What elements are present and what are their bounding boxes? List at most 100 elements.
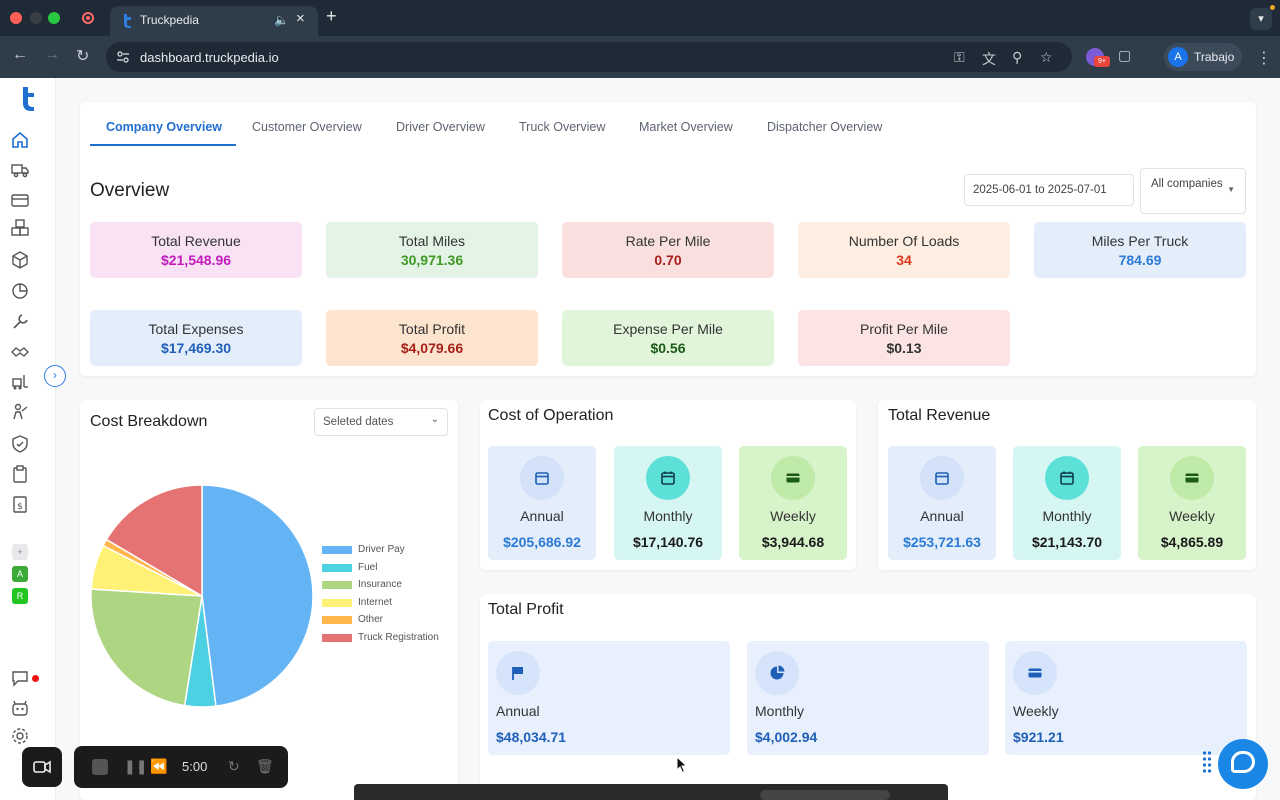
stat-value: $4,079.66: [400, 340, 464, 356]
address-bar[interactable]: dashboard.truckpedia.io ⚿ 文 ⚲ ☆: [106, 42, 1072, 72]
pie-slice-insurance[interactable]: [90, 588, 203, 707]
legend-label: Driver Pay: [358, 544, 405, 555]
window-close-button[interactable]: [10, 12, 22, 24]
legend-label: Other: [358, 614, 384, 626]
pie-chart-icon[interactable]: [10, 281, 30, 301]
active-tab-indicator: [90, 144, 236, 146]
legend-item[interactable]: Driver Pay: [322, 544, 462, 558]
period-value: $21,143.70: [1031, 534, 1103, 550]
sidebar-expand-chevron-icon[interactable]: ›: [44, 365, 66, 387]
password-key-icon[interactable]: ⚿: [954, 49, 965, 66]
tab-close-icon[interactable]: ×: [296, 10, 305, 27]
recorder-camera-button[interactable]: [22, 747, 62, 787]
workspace-badge-r[interactable]: R: [12, 588, 28, 604]
profit-weekly-card: Weekly $921.21: [1005, 641, 1247, 755]
stat-label: Number Of Loads: [848, 233, 960, 249]
site-settings-icon[interactable]: [116, 50, 130, 64]
stop-recording-button[interactable]: [92, 759, 108, 775]
page-title: Overview: [90, 180, 170, 201]
clipboard-icon[interactable]: [10, 464, 30, 484]
reload-icon[interactable]: ↻: [76, 46, 89, 66]
browser-tab[interactable]: Truckpedia 🔈 ×: [110, 6, 318, 36]
tab-market-overview[interactable]: Market Overview: [639, 120, 733, 134]
forward-arrow-icon[interactable]: →: [44, 46, 60, 64]
url-text: dashboard.truckpedia.io: [140, 50, 279, 65]
tab-search-button[interactable]: ▾: [1250, 8, 1272, 30]
pause-icon[interactable]: ❚❚: [124, 758, 147, 775]
pie-slice-driver-pay[interactable]: [201, 484, 314, 707]
forklift-icon[interactable]: [10, 372, 30, 392]
boxes-icon[interactable]: [10, 218, 30, 238]
period-value: $921.21: [1013, 729, 1064, 745]
window-maximize-button[interactable]: [48, 12, 60, 24]
period-label: Weekly: [770, 508, 816, 524]
flag-icon: [496, 651, 540, 695]
extensions-puzzle-icon[interactable]: ▢: [1118, 47, 1131, 64]
invoice-dollar-icon[interactable]: $: [10, 494, 30, 514]
legend-swatch: [322, 581, 352, 590]
company-select[interactable]: All companies ▼: [1140, 168, 1246, 214]
cost-of-operation-title: Cost of Operation: [488, 407, 614, 424]
cost-weekly-card: Weekly $3,944.68: [739, 446, 847, 560]
handshake-icon[interactable]: [10, 342, 30, 362]
legend-swatch: [322, 563, 352, 572]
extension-icon[interactable]: 9+: [1086, 48, 1110, 67]
calendar-icon: [646, 456, 690, 500]
browser-tab-title: Truckpedia: [140, 13, 199, 27]
drag-handle-icon[interactable]: [1202, 750, 1212, 774]
mouse-cursor-icon: [676, 756, 688, 774]
package-icon[interactable]: [10, 250, 30, 270]
tab-customer-overview[interactable]: Customer Overview: [252, 120, 362, 134]
restart-icon[interactable]: ↻: [228, 758, 240, 775]
stat-total-miles: Total Miles 30,971.36: [326, 222, 538, 278]
truck-icon[interactable]: [10, 160, 30, 180]
support-chat-button[interactable]: [1218, 739, 1268, 789]
add-workspace-badge[interactable]: +: [12, 544, 28, 560]
card-icon: [1170, 456, 1214, 500]
trash-icon[interactable]: 🗑: [256, 758, 274, 775]
truckpedia-logo-icon[interactable]: [18, 86, 38, 112]
credit-card-icon[interactable]: [10, 190, 30, 210]
date-filter-select[interactable]: Seleted dates ⌄: [314, 408, 448, 436]
bookmark-star-icon[interactable]: ☆: [1040, 49, 1053, 66]
legend-item[interactable]: Fuel: [322, 562, 462, 576]
settings-gear-icon[interactable]: [10, 726, 30, 746]
date-range-picker[interactable]: 2025-06-01 to 2025-07-01: [964, 174, 1134, 206]
stat-label: Rate Per Mile: [625, 233, 711, 249]
period-value: $48,034.71: [496, 729, 567, 745]
stat-value: $21,548.96: [160, 252, 232, 268]
back-arrow-icon[interactable]: ←: [12, 46, 28, 64]
rewind-icon[interactable]: ⏪: [150, 758, 167, 775]
legend-item[interactable]: Other: [322, 614, 462, 628]
tab-driver-overview[interactable]: Driver Overview: [396, 120, 485, 134]
speaker-icon[interactable]: 🔈: [274, 13, 289, 27]
wrench-icon[interactable]: [10, 312, 30, 332]
stat-label: Total Miles: [398, 233, 466, 249]
legend-item[interactable]: Truck Registration: [322, 632, 462, 646]
tab-truck-overview[interactable]: Truck Overview: [519, 120, 605, 134]
chat-icon[interactable]: [10, 668, 30, 688]
new-tab-icon[interactable]: +: [326, 6, 337, 27]
legend-swatch: [322, 616, 352, 625]
legend-item[interactable]: Insurance: [322, 579, 462, 593]
zoom-icon[interactable]: ⚲: [1012, 49, 1022, 66]
legend-item[interactable]: Internet: [322, 597, 462, 611]
tab-dispatcher-overview[interactable]: Dispatcher Overview: [767, 120, 882, 134]
worker-icon[interactable]: [10, 402, 30, 422]
bot-icon[interactable]: [10, 698, 30, 718]
cost-breakdown-title: Cost Breakdown: [90, 413, 208, 430]
workspace-badge-a[interactable]: A: [12, 566, 28, 582]
app-sidebar: $ + A R: [0, 78, 56, 800]
period-value: $4,865.89: [1160, 534, 1224, 550]
shield-check-icon[interactable]: [10, 434, 30, 454]
profile-button[interactable]: A Trabajo: [1164, 43, 1242, 71]
recording-timer: 5:00: [182, 759, 208, 774]
home-icon[interactable]: [10, 130, 30, 150]
window-minimize-button[interactable]: [30, 12, 42, 24]
stat-expense-per-mile: Expense Per Mile $0.56: [562, 310, 774, 366]
profit-monthly-card: Monthly $4,002.94: [747, 641, 989, 755]
tab-company-overview[interactable]: Company Overview: [106, 120, 222, 134]
translate-icon[interactable]: 文: [982, 49, 996, 69]
browser-menu-icon[interactable]: ⋮: [1256, 48, 1272, 68]
cost-annual-card: Annual $205,686.92: [488, 446, 596, 560]
